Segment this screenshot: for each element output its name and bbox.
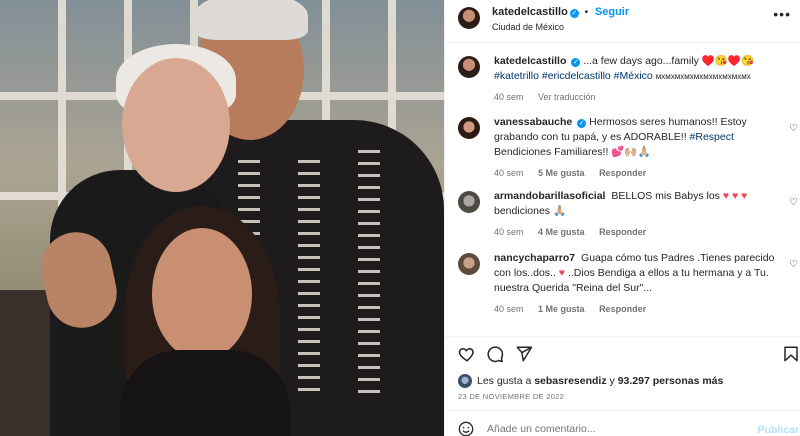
younger-woman-body: [120, 350, 290, 436]
commenter-username[interactable]: armandobarillasoficial: [494, 190, 605, 202]
post-side-panel: katedelcastillo ✓ • Seguir Ciudad de Méxi…: [444, 0, 800, 436]
comment-text-2: bendiciones 🙏🏼: [494, 205, 567, 217]
caption-hashtag[interactable]: #katetrillo: [494, 70, 539, 82]
older-woman-face: [122, 58, 230, 192]
liker-username[interactable]: sebasresendiz: [534, 375, 606, 387]
translate-link[interactable]: Ver traducción: [538, 92, 596, 102]
smiley-icon[interactable]: [458, 421, 474, 436]
share-icon[interactable]: [515, 345, 533, 363]
comment-item: nancychaparro7 Guapa cómo tus Padres .Ti…: [458, 251, 798, 317]
caption-hashtag[interactable]: #ericdelcastillo: [542, 70, 611, 82]
caption-tail: мхмхмхмхмхмхмхмхмхмх: [655, 72, 751, 81]
comment-like-heart-icon[interactable]: ♡: [789, 123, 798, 134]
author-line: katedelcastillo ✓ • Seguir: [492, 6, 629, 18]
follow-button[interactable]: Seguir: [595, 6, 629, 18]
shirt-embroidery: [298, 160, 320, 400]
comment-text: BELLOS mis Babys los: [611, 190, 720, 202]
post-photo[interactable]: [0, 0, 444, 436]
author-username[interactable]: katedelcastillo: [492, 6, 568, 18]
liker-avatar[interactable]: [458, 374, 472, 388]
commenter-avatar[interactable]: [458, 191, 480, 213]
younger-woman-face: [152, 228, 252, 360]
caption-hashtag[interactable]: #México: [614, 70, 653, 82]
commenter-username[interactable]: nancychaparro7: [494, 252, 575, 264]
more-horizontal-icon[interactable]: •••: [773, 6, 791, 22]
comment-hashtag[interactable]: #Respect: [690, 131, 734, 143]
likes-summary[interactable]: Les gusta a sebasresendiz y 93.297 perso…: [458, 374, 723, 388]
comment-time[interactable]: 40 sem: [494, 304, 524, 314]
verified-badge-icon: ✓: [577, 119, 587, 128]
comment-likes[interactable]: 5 Me gusta: [538, 168, 585, 178]
verified-badge-icon: ✓: [569, 9, 579, 18]
comment-like-heart-icon[interactable]: ♡: [789, 197, 798, 208]
comment-time[interactable]: 40 sem: [494, 168, 524, 178]
caption-avatar[interactable]: [458, 56, 480, 78]
man-hair: [194, 0, 308, 40]
commenter-avatar[interactable]: [458, 117, 480, 139]
comment-likes[interactable]: 4 Me gusta: [538, 227, 585, 237]
shirt-embroidery: [358, 150, 380, 400]
commenter-avatar[interactable]: [458, 253, 480, 275]
author-avatar[interactable]: [458, 7, 480, 29]
comment-time[interactable]: 40 sem: [494, 227, 524, 237]
comments-list[interactable]: katedelcastillo ✓ ...a few days ago...fam…: [445, 44, 800, 330]
comment-input[interactable]: [487, 423, 727, 435]
caption-time[interactable]: 40 sem: [494, 92, 524, 102]
likes-count[interactable]: 93.297 personas más: [618, 375, 724, 387]
heart-emoji-icon: ♥: [558, 267, 566, 279]
reply-button[interactable]: Responder: [599, 227, 646, 237]
post-caption: katedelcastillo ✓ ...a few days ago...fam…: [458, 54, 798, 105]
caption-text: ...a few days ago...family ♥️😘♥️😘: [583, 55, 755, 67]
post-header: katedelcastillo ✓ • Seguir Ciudad de Méxi…: [445, 0, 800, 43]
post-comment-button[interactable]: Publicar: [758, 424, 799, 436]
comment-item: vanessabauche ✓ Hermosos seres humanos!! …: [458, 115, 798, 181]
likes-prefix: Les gusta a: [477, 375, 532, 387]
reply-button[interactable]: Responder: [599, 304, 646, 314]
post-location[interactable]: Ciudad de México: [492, 22, 564, 32]
commenter-username[interactable]: vanessabauche: [494, 116, 572, 128]
bookmark-icon[interactable]: [782, 345, 800, 363]
likes-connector: y: [609, 375, 615, 387]
verified-badge-icon: ✓: [571, 58, 581, 67]
heart-icon[interactable]: [458, 345, 476, 363]
comment-text-2: Bendiciones Familiares!! 💕🙌🏼🙏🏼: [494, 146, 651, 158]
post-date[interactable]: 23 DE NOVIEMBRE DE 2022: [458, 392, 564, 401]
comment-like-heart-icon[interactable]: ♡: [789, 259, 798, 270]
separator-dot: •: [584, 7, 589, 18]
caption-username[interactable]: katedelcastillo: [494, 55, 566, 67]
post-actions-bar: [445, 336, 800, 370]
add-comment-bar: Publicar: [445, 410, 800, 436]
heart-emoji-icon: ♥ ♥ ♥: [722, 190, 748, 202]
comment-likes[interactable]: 1 Me gusta: [538, 304, 585, 314]
comment-icon[interactable]: [486, 345, 504, 363]
reply-button[interactable]: Responder: [599, 168, 646, 178]
comment-item: armandobarillasoficial BELLOS mis Babys …: [458, 189, 798, 240]
